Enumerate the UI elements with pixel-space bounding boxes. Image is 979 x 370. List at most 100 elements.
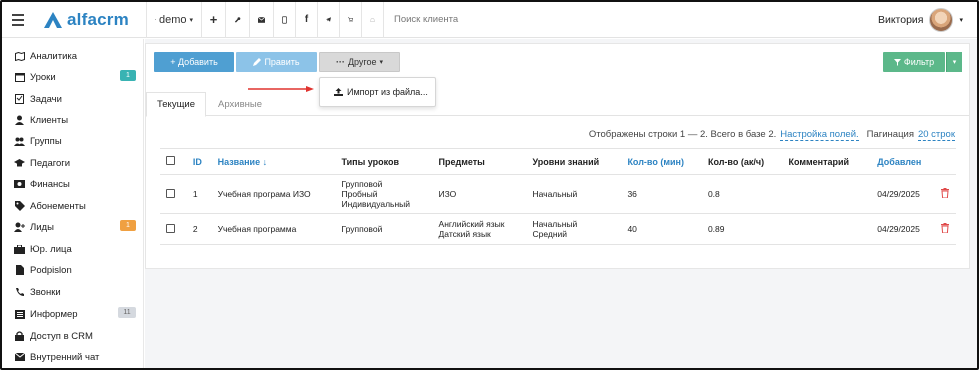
import-from-file-item[interactable]: Импорт из файла... [347, 87, 428, 97]
sidebar-item-label: Аналитика [30, 50, 78, 62]
header-added[interactable]: Добавлен [871, 148, 936, 175]
field-settings-link[interactable]: Настройка полей. [780, 129, 859, 141]
lock-icon [14, 331, 25, 342]
calendar-icon [14, 72, 25, 83]
graduation-cap-icon [14, 158, 25, 169]
row-checkbox[interactable] [166, 188, 175, 198]
filter-options-button[interactable]: ▾ [946, 52, 962, 72]
sidebar-item-label: Внутренний чат [30, 351, 100, 363]
phone-icon [14, 287, 25, 298]
user-menu[interactable]: Виктория ▾ [878, 2, 963, 38]
telegram-button[interactable] [318, 2, 340, 38]
telegram-icon [326, 17, 331, 22]
sidebar-item-groups[interactable]: Группы [14, 133, 136, 149]
sidebar-item-label: Педагоги [30, 157, 71, 169]
row-levels: Начальный Средний [526, 213, 622, 245]
cart-icon [348, 17, 353, 22]
lesson-type: Групповой [341, 224, 383, 234]
header-id[interactable]: ID [186, 148, 212, 175]
other-button[interactable]: ··· Другое ▾ [319, 52, 400, 72]
row-comment [782, 174, 872, 214]
sidebar-item-podpislon[interactable]: Podpislon [14, 262, 136, 278]
sidebar-item-label: Абонементы [30, 200, 86, 212]
pencil-icon [253, 58, 262, 66]
sidebar-item-subscriptions[interactable]: Абонементы [14, 198, 136, 214]
map-icon [14, 51, 25, 62]
lessons-count-badge: 1 [120, 70, 136, 81]
row-added: 04/29/2025 [871, 213, 936, 245]
header-name[interactable]: Название ↓ [211, 148, 336, 175]
client-search-input[interactable]: Поиск клиента [394, 14, 458, 25]
header-academic-hours: Кол-во (ак/ч) [701, 148, 783, 175]
row-checkbox[interactable] [166, 223, 175, 233]
trash-icon[interactable] [941, 188, 950, 199]
pagination-size-link[interactable]: 20 строк [917, 129, 955, 141]
sidebar-item-label: Юр. лица [30, 243, 72, 255]
sidebar-item-tasks[interactable]: Задачи [14, 91, 136, 107]
user-name: Виктория [877, 14, 924, 26]
chevron-down-icon: ▾ [952, 59, 957, 66]
logo[interactable]: alfacrm [42, 10, 146, 30]
sidebar-item-label: Уроки [30, 71, 56, 83]
tab-current[interactable]: Текущие [146, 92, 206, 117]
branch-label: demo [158, 13, 187, 26]
facebook-button[interactable]: f [296, 2, 318, 38]
header-comment: Комментарий [782, 148, 872, 175]
cart-button[interactable] [340, 2, 362, 38]
toolbar: + Добавить Править ··· Другое ▾ [154, 52, 400, 72]
sidebar-item-teachers[interactable]: Педагоги [14, 155, 136, 171]
phone-button[interactable] [274, 2, 296, 38]
table-row[interactable]: 1 Учебная програма ИЗО Групповой Пробный… [160, 174, 956, 214]
sidebar-item-label: Клиенты [30, 114, 69, 126]
sidebar: Аналитика Уроки 1 Задачи Клиенты Группы … [2, 39, 144, 368]
lesson-type: Пробный [341, 189, 378, 199]
filter-button[interactable]: Фильтр [883, 52, 945, 72]
header-minutes[interactable]: Кол-во (мин) [621, 148, 702, 175]
row-id: 1 [186, 174, 212, 214]
sidebar-item-internal-chat[interactable]: Внутренний чат [14, 349, 136, 365]
notifications-button[interactable] [362, 2, 384, 38]
ellipsis-icon: ··· [335, 57, 345, 67]
logo-text: alfacrm [67, 9, 129, 29]
row-name[interactable]: Учебная программа [211, 213, 336, 245]
wrench-icon [234, 16, 241, 23]
row-select-cell [160, 213, 187, 245]
sidebar-item-calls[interactable]: Звонки [14, 284, 136, 300]
phone-icon [282, 15, 287, 24]
filter-button-label: Фильтр [903, 57, 935, 67]
table-header-row: ID Название ↓ Типы уроков Предметы Уровн… [160, 148, 956, 175]
sidebar-item-leads[interactable]: Лиды 1 [14, 219, 136, 235]
row-name[interactable]: Учебная програма ИЗО [211, 174, 336, 214]
add-quick-button[interactable]: + [202, 2, 226, 38]
edit-button-label: Править [264, 57, 300, 67]
row-actions [935, 213, 956, 245]
users-icon [14, 136, 25, 147]
leads-count-badge: 1 [120, 220, 136, 231]
level: Начальный [532, 219, 578, 229]
tab-archive[interactable]: Архивные [208, 92, 272, 117]
sidebar-item-crm-access[interactable]: Доступ в CRM [14, 328, 136, 344]
sidebar-item-lessons[interactable]: Уроки 1 [14, 69, 136, 85]
trash-icon[interactable] [941, 223, 950, 234]
branch-selector[interactable]: demo ▾ [147, 2, 202, 38]
menu-icon[interactable] [4, 2, 32, 38]
select-all-checkbox[interactable] [166, 156, 175, 165]
pagination-label: Пагинация [866, 129, 914, 140]
programs-table: ID Название ↓ Типы уроков Предметы Уровн… [160, 148, 956, 245]
table-summary: Отображены строки 1 — 2. Всего в базе 2.… [589, 129, 955, 141]
header-subjects: Предметы [432, 148, 527, 175]
settings-button[interactable] [226, 2, 250, 38]
sidebar-item-informer[interactable]: Информер 11 [14, 306, 136, 322]
sidebar-item-legal-entities[interactable]: Юр. лица [14, 241, 136, 257]
sidebar-item-analytics[interactable]: Аналитика [14, 48, 136, 64]
row-levels: Начальный [526, 174, 622, 214]
sidebar-item-clients[interactable]: Клиенты [14, 112, 136, 128]
calendar-icon [155, 19, 156, 20]
edit-button[interactable]: Править [236, 52, 317, 72]
add-button[interactable]: + Добавить [154, 52, 234, 72]
table-row[interactable]: 2 Учебная программа Групповой Английский… [160, 213, 956, 245]
select-all-cell [160, 148, 187, 175]
chevron-down-icon: ▾ [379, 59, 384, 66]
sidebar-item-finance[interactable]: Финансы [14, 176, 136, 192]
mail-button[interactable] [250, 2, 274, 38]
